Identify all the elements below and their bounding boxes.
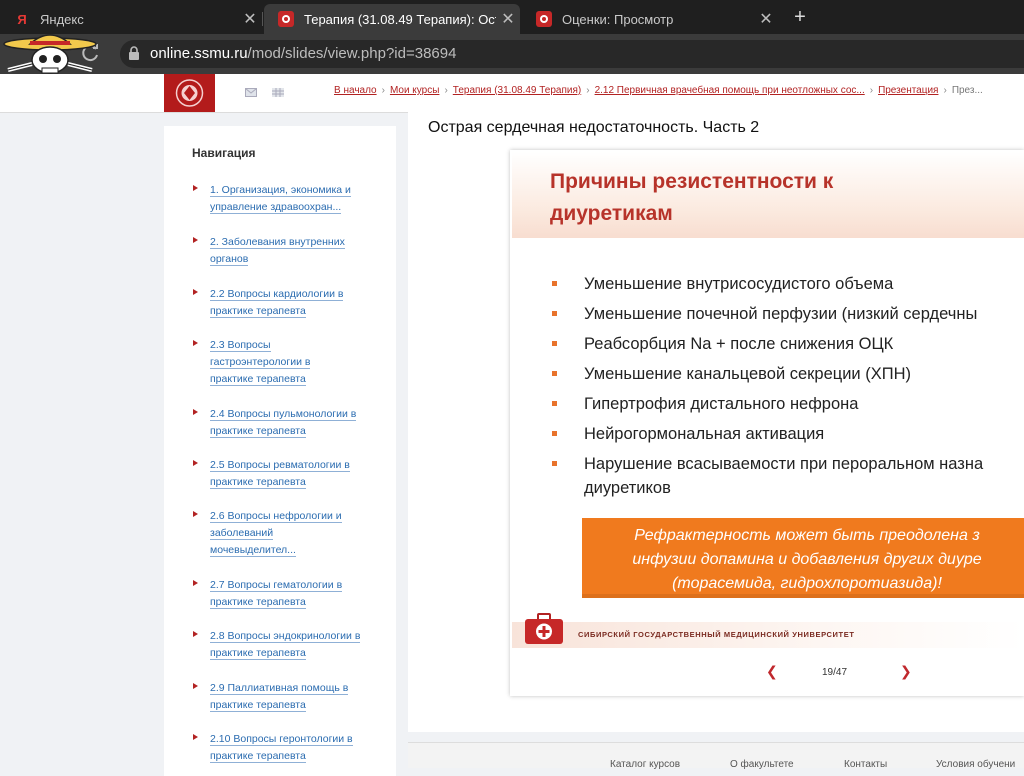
university-crest-icon xyxy=(175,79,204,107)
tab-title: Оценки: Просмотр xyxy=(562,11,674,27)
browser-tab-bar: Я Яндекс ✕ Терапия (31.08.49 Терапия): О… xyxy=(0,0,1024,34)
pirate-skull-icon xyxy=(3,34,97,74)
bullet-arrow-icon xyxy=(193,185,198,191)
chevron-right-icon: › xyxy=(444,85,448,96)
breadcrumb-presentation[interactable]: Презентация xyxy=(878,85,938,96)
navigation-block: Навигация 1. Организация, экономика и уп… xyxy=(164,126,396,776)
nav-item-label[interactable]: 2.3 Вопросы гастроэнтерологии в практике… xyxy=(210,339,311,386)
bullet-arrow-icon xyxy=(193,237,198,243)
list-item: Уменьшение внутрисосудистого объема xyxy=(552,272,1024,296)
bullet-arrow-icon xyxy=(193,409,198,415)
university-logo[interactable] xyxy=(164,74,215,112)
close-icon[interactable]: ✕ xyxy=(496,9,520,29)
nav-item-label[interactable]: 2.10 Вопросы геронтологии в практике тер… xyxy=(210,733,353,763)
new-tab-button[interactable]: + xyxy=(788,4,812,30)
list-item: Нейрогормональная активация xyxy=(552,422,1024,446)
slide-title: Причины резистентности к диуретикам xyxy=(550,170,834,225)
breadcrumb-my-courses[interactable]: Мои курсы xyxy=(390,85,440,96)
nav-item-label[interactable]: 2.8 Вопросы эндокринологии в практике те… xyxy=(210,630,361,660)
tab-therapy[interactable]: Терапия (31.08.49 Терапия): Ост ✕ xyxy=(264,4,520,34)
footer-link-terms[interactable]: Условия обучени xyxy=(936,759,1015,770)
slide-pager: ❮ 19/47 ❯ xyxy=(760,661,920,683)
bullet-arrow-icon xyxy=(193,340,198,346)
nav-item-label[interactable]: 2.2 Вопросы кардиологии в практике терап… xyxy=(210,288,344,318)
slide-counter: 19/47 xyxy=(822,667,848,678)
bullet-arrow-icon xyxy=(193,511,198,517)
navigation-title: Навигация xyxy=(192,146,256,160)
bullet-arrow-icon xyxy=(193,580,198,586)
bullet-arrow-icon xyxy=(193,631,198,637)
breadcrumb-course[interactable]: Терапия (31.08.49 Терапия) xyxy=(453,85,581,96)
list-item: Гипертрофия дистального нефрона xyxy=(552,392,1024,416)
footer-link-about[interactable]: О факультете xyxy=(730,759,794,770)
slide-bullet-list: Уменьшение внутрисосудистого объема Умен… xyxy=(552,272,1024,506)
tab-title: Терапия (31.08.49 Терапия): Ост xyxy=(304,11,496,27)
chevron-right-icon: › xyxy=(943,85,947,96)
nav-item-label[interactable]: 2.4 Вопросы пульмонологии в практике тер… xyxy=(210,408,357,438)
slide-callout: Рефрактерность может быть преодолена з и… xyxy=(582,518,1024,598)
mail-icon[interactable] xyxy=(245,88,257,97)
bullet-square-icon xyxy=(552,371,557,376)
breadcrumb-home[interactable]: В начало xyxy=(334,85,377,96)
footer-link-catalog[interactable]: Каталог курсов xyxy=(610,759,680,770)
breadcrumb-section[interactable]: 2.12 Первичная врачебная помощь при неот… xyxy=(595,85,865,96)
nav-item-label[interactable]: 2.9 Паллиативная помощь в практике терап… xyxy=(210,682,349,712)
page-title: Острая сердечная недостаточность. Часть … xyxy=(428,119,760,136)
university-name: СИБИРСКИЙ ГОСУДАРСТВЕННЫЙ МЕДИЦИНСКИЙ УН… xyxy=(578,630,855,639)
list-item: Уменьшение почечной перфузии (низкий сер… xyxy=(552,302,1024,326)
url-field[interactable]: online.ssmu.ru/mod/slides/view.php?id=38… xyxy=(120,40,1024,68)
tab-grades[interactable]: Оценки: Просмотр ✕ xyxy=(522,4,778,34)
chevron-right-icon: › xyxy=(586,85,590,96)
breadcrumb-current: През... xyxy=(951,85,983,96)
bullet-arrow-icon xyxy=(193,734,198,740)
close-icon[interactable]: ✕ xyxy=(754,9,778,29)
next-slide-button[interactable]: ❯ xyxy=(900,663,912,680)
ssmu-icon xyxy=(536,11,552,27)
lock-icon xyxy=(129,46,139,60)
site-footer: Каталог курсов О факультете Контакты Усл… xyxy=(408,742,1024,770)
tab-title: Яндекс xyxy=(40,11,84,27)
close-icon[interactable]: ✕ xyxy=(238,9,262,29)
list-item: Нарушение всасываемости при пероральном … xyxy=(552,452,1024,500)
nav-item-label[interactable]: 1. Организация, экономика и управление з… xyxy=(210,184,351,214)
breadcrumb: В начало › Мои курсы › Терапия (31.08.49 Тер… xyxy=(334,85,983,96)
list-item: Реабсорбция Na + после снижения ОЦК xyxy=(552,332,1024,356)
nav-item-label[interactable]: 2. Заболевания внутренних органов xyxy=(210,236,345,266)
chevron-right-icon: › xyxy=(869,85,874,96)
bullet-square-icon xyxy=(552,311,557,316)
url-text: online.ssmu.ru/mod/slides/view.php?id=38… xyxy=(150,45,457,62)
nav-item-label[interactable]: 2.7 Вопросы гематологии в практике терап… xyxy=(210,579,343,609)
bullet-arrow-icon xyxy=(193,460,198,466)
chevron-right-icon: › xyxy=(381,85,385,96)
medical-kit-icon xyxy=(525,613,563,644)
bullet-square-icon xyxy=(552,431,557,436)
bullet-square-icon xyxy=(552,341,557,346)
slide-footer: СИБИРСКИЙ ГОСУДАРСТВЕННЫЙ МЕДИЦИНСКИЙ УН… xyxy=(512,613,1024,648)
grid-icon[interactable] xyxy=(272,88,284,97)
bullet-square-icon xyxy=(552,461,557,466)
ssmu-icon xyxy=(278,11,294,27)
bullet-square-icon xyxy=(552,401,557,406)
yandex-icon: Я xyxy=(17,11,27,27)
bullet-square-icon xyxy=(552,281,557,286)
bullet-arrow-icon xyxy=(193,289,198,295)
nav-item-label[interactable]: 2.5 Вопросы ревматологии в практике тера… xyxy=(210,459,350,489)
footer-link-contacts[interactable]: Контакты xyxy=(844,759,887,770)
bullet-arrow-icon xyxy=(193,683,198,689)
nav-item-label[interactable]: 2.6 Вопросы нефрологии и заболеваний моч… xyxy=(210,510,342,557)
previous-slide-button[interactable]: ❮ xyxy=(766,663,778,680)
list-item: Уменьшение канальцевой секреции (ХПН) xyxy=(552,362,1024,386)
slide-image: Причины резистентности к диуретикам Умен… xyxy=(512,152,1024,648)
